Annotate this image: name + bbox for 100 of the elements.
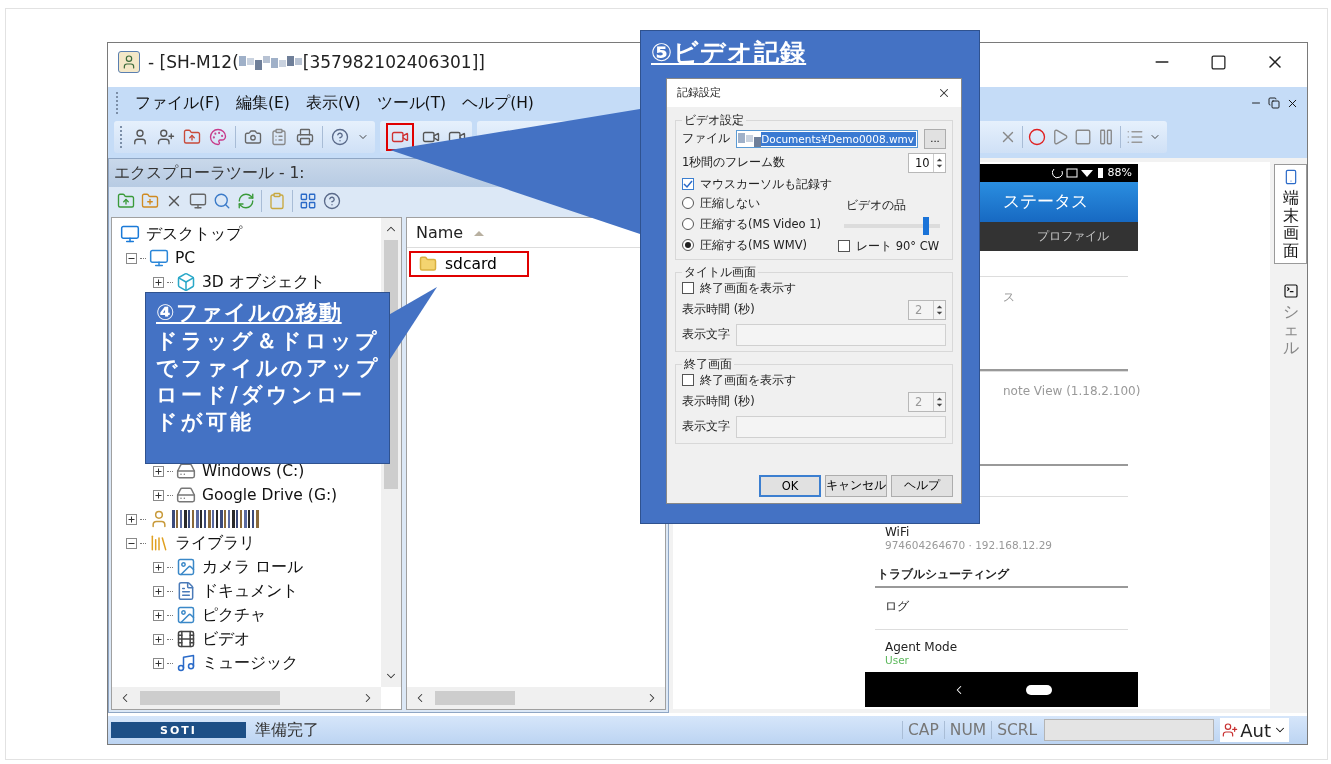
home-pill-icon[interactable] [1025, 684, 1052, 695]
tree-toggle[interactable] [126, 537, 137, 549]
tree-item[interactable]: デスクトップ [146, 223, 242, 245]
field-label: 表示文字 [682, 419, 730, 434]
tree-toggle[interactable] [126, 513, 137, 525]
restore-icon[interactable] [1268, 97, 1280, 109]
properties-icon[interactable] [189, 192, 207, 210]
clipboard-icon[interactable] [270, 128, 288, 146]
tree-item[interactable]: Google Drive (G:) [202, 486, 338, 504]
tree-toggle[interactable] [153, 633, 164, 645]
play-icon[interactable] [1051, 128, 1069, 146]
clipboard-icon[interactable] [268, 192, 286, 210]
camera-icon[interactable] [244, 128, 262, 146]
scrollbar[interactable] [112, 687, 381, 709]
dialog-button[interactable]: キャンセル [825, 474, 887, 497]
tree-toggle[interactable] [153, 561, 164, 573]
pause-icon[interactable] [1097, 128, 1115, 146]
tree-item[interactable]: Windows (C:) [202, 462, 305, 480]
user-folder-icon [149, 509, 169, 529]
file-path-field[interactable]: Documents¥Demo0008.wmv [736, 129, 918, 148]
picture-icon [176, 557, 196, 577]
tree-toggle[interactable] [126, 252, 137, 264]
tree-item[interactable]: ライブラリ [175, 532, 255, 554]
folder-up-icon[interactable] [117, 192, 135, 210]
terminal-icon [1282, 283, 1299, 300]
printer-icon[interactable] [296, 128, 314, 146]
battery-level: 88% [1107, 166, 1132, 180]
tree-item[interactable]: PC [175, 249, 196, 267]
file-item[interactable]: sdcard [409, 251, 529, 277]
sort-arrow-icon [473, 228, 486, 237]
checkbox[interactable] [682, 178, 694, 190]
group-label: 終了画面 [683, 356, 733, 372]
grid-icon[interactable] [299, 192, 317, 210]
setting-title[interactable]: ログ [885, 598, 1118, 616]
setting-title[interactable]: Agent Mode [885, 640, 1118, 655]
setting-value: 974604264670 · 192.168.12.29 [885, 539, 1053, 552]
window-title: [357982102406301]] [302, 52, 485, 72]
radio-button[interactable] [682, 218, 694, 230]
menu-item[interactable]: ファイル(F) [135, 92, 220, 114]
dialog-title: 記録設定 [677, 85, 721, 100]
menu-item[interactable]: ツール(T) [376, 92, 447, 114]
group-label: タイトル画面 [683, 264, 757, 280]
menu-item[interactable]: 編集(E) [236, 92, 290, 114]
menu-item[interactable]: ヘルプ(H) [462, 92, 534, 114]
tree-toggle[interactable] [153, 489, 164, 501]
status-message: 準備完了 [255, 719, 319, 741]
user-icon[interactable] [131, 128, 149, 146]
field-label: 1秒間のフレーム数 [682, 155, 786, 170]
help-icon[interactable] [323, 192, 341, 210]
checkbox[interactable] [682, 282, 694, 294]
tree-item[interactable]: 3D オブジェクト [202, 271, 325, 293]
tree-toggle[interactable] [153, 657, 164, 669]
library-icon [149, 533, 169, 553]
picture-icon [176, 605, 196, 625]
stop-icon[interactable] [1074, 128, 1092, 146]
dialog-button[interactable]: ヘルプ [891, 474, 953, 497]
tree-item[interactable]: ミュージック [202, 652, 298, 674]
tree-item[interactable]: ピクチャ [202, 604, 266, 626]
number-spinner[interactable]: 10 [908, 152, 946, 173]
callout-title: ④ファイルの移動 [156, 299, 343, 327]
slider-thumb[interactable] [922, 216, 929, 235]
setting-title[interactable]: WiFi [885, 525, 1118, 540]
tree-item[interactable]: ビデオ [202, 628, 250, 650]
setting-text: note View (1.18.2.100) [1003, 384, 1141, 399]
tree-toggle[interactable] [153, 609, 164, 621]
help-icon[interactable] [331, 128, 349, 146]
palette-icon[interactable] [209, 128, 227, 146]
text-field[interactable] [736, 323, 946, 346]
logo: SOTI [111, 722, 246, 738]
checkbox[interactable] [838, 240, 850, 252]
upload-icon[interactable] [183, 128, 201, 146]
cube-icon [176, 272, 196, 292]
setting-text: ス [1003, 290, 1015, 305]
blurred-name-drawing [238, 53, 303, 71]
user-icon [1222, 722, 1239, 738]
tree-item[interactable]: カメラ ロール [202, 556, 303, 578]
radio-button[interactable] [682, 239, 694, 251]
maximize-icon[interactable] [1210, 53, 1227, 71]
section-title: トラブルシューティング [875, 563, 1128, 589]
group-label: ビデオ設定 [683, 112, 745, 128]
record-icon[interactable] [1028, 128, 1046, 146]
monitor-icon [120, 224, 140, 244]
tree-toggle[interactable] [153, 465, 164, 477]
drive-icon [176, 461, 196, 481]
scrollbar[interactable] [407, 687, 665, 709]
tree-item[interactable]: ドキュメント [202, 580, 298, 602]
browse-button[interactable]: ... [924, 128, 946, 149]
tree-toggle[interactable] [153, 276, 164, 288]
menu-item[interactable]: 表示(V) [305, 92, 361, 114]
checkbox-label: 終了画面を表示す [700, 280, 796, 296]
checkbox[interactable] [682, 374, 694, 386]
dialog-button[interactable]: OK [759, 474, 821, 497]
refresh-icon[interactable] [237, 192, 255, 210]
mode-dropdown[interactable]: Aut [1220, 718, 1289, 742]
search-icon[interactable] [213, 192, 231, 210]
radio-button[interactable] [682, 197, 694, 209]
side-tab[interactable]: 端末画面 [1274, 164, 1307, 265]
add-user-icon[interactable] [157, 128, 175, 146]
tree-toggle[interactable] [153, 585, 164, 597]
text-field[interactable] [736, 415, 946, 438]
